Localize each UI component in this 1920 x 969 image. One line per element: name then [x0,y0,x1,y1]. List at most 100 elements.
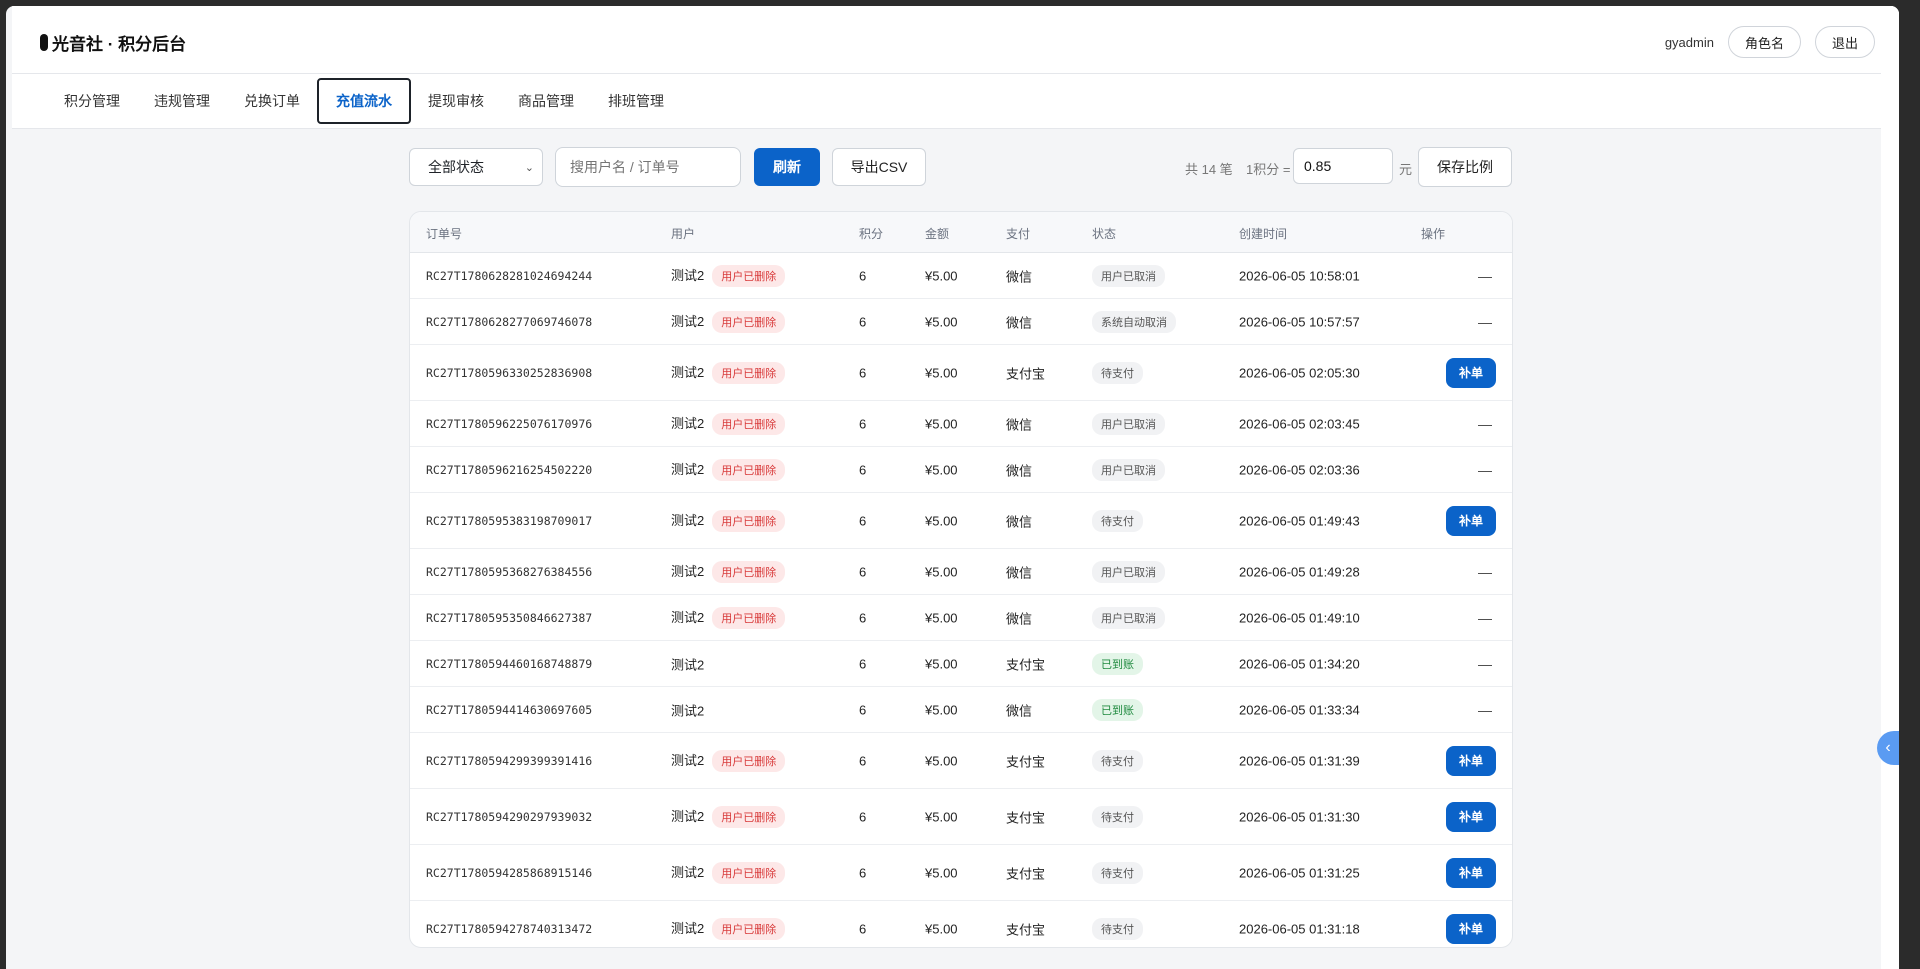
payment-cell: 支付宝 [1006,366,1046,381]
tab-4[interactable]: 提现审核 [411,78,501,124]
order-number: RC27T1780596216254502220 [426,462,593,477]
table-row: RC27T1780594278740313472 测试2 用户已删除 6 ¥5.00 支付… [410,901,1512,947]
user-cell: 测试2 用户已删除 [671,264,786,287]
column-header: 金额 [925,227,950,241]
amount-cell: ¥5.00 [925,462,958,477]
status-cell: 待支付 [1092,749,1143,772]
payment-cell: 微信 [1006,611,1033,626]
user-deleted-badge: 用户已删除 [712,509,786,532]
user-cell: 测试2 用户已删除 [671,917,786,940]
export-csv-button[interactable]: 导出CSV [832,148,926,186]
toolbar: 全部状态 ⌄ 刷新 导出CSV 共 14 笔 1积分 = 元 保存比例 [409,147,1512,187]
created-time: 2026-06-05 01:31:25 [1239,865,1360,880]
status-filter-select[interactable]: 全部状态 ⌄ [409,148,543,186]
status-cell: 已到账 [1092,698,1143,721]
table-row: RC27T1780596216254502220 测试2 用户已删除 6 ¥5.00 微信… [410,447,1512,493]
table-row: RC27T1780594290297939032 测试2 用户已删除 6 ¥5.00 支付… [410,789,1512,845]
status-cell: 待支付 [1092,509,1143,532]
tab-0[interactable]: 积分管理 [47,78,137,124]
tab-3[interactable]: 充值流水 [317,78,411,124]
column-header: 用户 [671,227,696,241]
user-name: 测试2 [671,364,705,380]
table-row: RC27T1780595368276384556 测试2 用户已删除 6 ¥5.00 微信… [410,549,1512,595]
table-header: 订单号 用户 积分 金额 支付 状态 创建时间 操作 [410,212,1512,253]
created-time: 2026-06-05 01:34:20 [1239,656,1360,671]
order-number: RC27T1780628281024694244 [426,268,593,283]
no-action: — [1478,267,1492,284]
amount-cell: ¥5.00 [925,610,958,625]
resupply-button[interactable]: 补单 [1446,913,1496,944]
user-cell: 测试2 用户已删除 [671,861,786,884]
user-name: 测试2 [671,512,705,528]
amount-cell: ¥5.00 [925,564,958,579]
order-number: RC27T1780594285868915146 [426,865,593,880]
user-name: 测试2 [671,864,705,880]
status-cell: 用户已取消 [1092,560,1165,583]
save-ratio-button[interactable]: 保存比例 [1418,147,1512,187]
tab-bar: 积分管理 违规管理 兑换订单 充值流水 提现审核 商品管理 排班管理 [12,74,1899,129]
user-cell: 测试2 用户已删除 [671,749,786,772]
payment-cell: 微信 [1006,417,1033,432]
payment-cell: 微信 [1006,565,1033,580]
status-badge: 用户已取消 [1092,458,1165,481]
scrollbar[interactable] [1881,6,1899,969]
payment-cell: 支付宝 [1006,754,1046,769]
status-badge: 系统自动取消 [1092,310,1176,333]
resupply-button[interactable]: 补单 [1446,505,1496,536]
refresh-button[interactable]: 刷新 [754,148,820,186]
status-badge: 待支付 [1092,509,1143,532]
user-name: 测试2 [671,920,705,936]
created-time: 2026-06-05 01:49:43 [1239,513,1360,528]
amount-cell: ¥5.00 [925,809,958,824]
role-button[interactable]: 角色名 [1727,26,1801,58]
created-time: 2026-06-05 01:49:28 [1239,564,1360,579]
table-row: RC27T1780628281024694244 测试2 用户已删除 6 ¥5.00 微信… [410,253,1512,299]
points-cell: 6 [859,809,867,824]
points-cell: 6 [859,865,867,880]
created-time: 2026-06-05 10:57:57 [1239,314,1360,329]
tab-6[interactable]: 排班管理 [591,78,681,124]
tab-1[interactable]: 违规管理 [137,78,227,124]
user-name: 测试2 [671,415,705,431]
status-cell: 用户已取消 [1092,264,1165,287]
points-cell: 6 [859,416,867,431]
amount-cell: ¥5.00 [925,314,958,329]
no-action: — [1478,461,1492,478]
status-badge: 用户已取消 [1092,560,1165,583]
resupply-button[interactable]: 补单 [1446,357,1496,388]
order-number: RC27T1780594460168748879 [426,656,593,671]
resupply-button[interactable]: 补单 [1446,857,1496,888]
column-header: 积分 [859,227,884,241]
ratio-input[interactable] [1293,148,1393,184]
resupply-button[interactable]: 补单 [1446,745,1496,776]
created-time: 2026-06-05 01:31:39 [1239,753,1360,768]
points-cell: 6 [859,462,867,477]
payment-cell: 微信 [1006,269,1033,284]
created-time: 2026-06-05 01:33:34 [1239,702,1360,717]
tab-5[interactable]: 商品管理 [501,78,591,124]
payment-cell: 支付宝 [1006,866,1046,881]
table-row: RC27T1780596225076170976 测试2 用户已删除 6 ¥5.00 微信… [410,401,1512,447]
created-time: 2026-06-05 01:31:30 [1239,809,1360,824]
column-header: 操作 [1421,227,1446,241]
search-input[interactable] [555,147,741,187]
table-row: RC27T1780595350846627387 测试2 用户已删除 6 ¥5.00 微信… [410,595,1512,641]
points-cell: 6 [859,365,867,380]
tab-2[interactable]: 兑换订单 [227,78,317,124]
created-time: 2026-06-05 02:03:36 [1239,462,1360,477]
status-cell: 系统自动取消 [1092,310,1176,333]
user-cell: 测试2 [671,654,704,673]
points-cell: 6 [859,314,867,329]
resupply-button[interactable]: 补单 [1446,801,1496,832]
ratio-label: 1积分 = [1246,162,1291,177]
logout-button[interactable]: 退出 [1814,26,1875,58]
brand-title: 光音社 · 积分后台 [52,35,187,54]
table-row: RC27T1780595383198709017 测试2 用户已删除 6 ¥5.00 微信… [410,493,1512,549]
status-cell: 用户已取消 [1092,458,1165,481]
payment-cell: 微信 [1006,703,1033,718]
user-cell: 测试2 用户已删除 [671,361,786,384]
user-deleted-badge: 用户已删除 [712,749,786,772]
order-number: RC27T1780594278740313472 [426,921,593,936]
top-bar: 光音社 · 积分后台 gyadmin 角色名 退出 [12,6,1899,74]
payment-cell: 微信 [1006,315,1033,330]
